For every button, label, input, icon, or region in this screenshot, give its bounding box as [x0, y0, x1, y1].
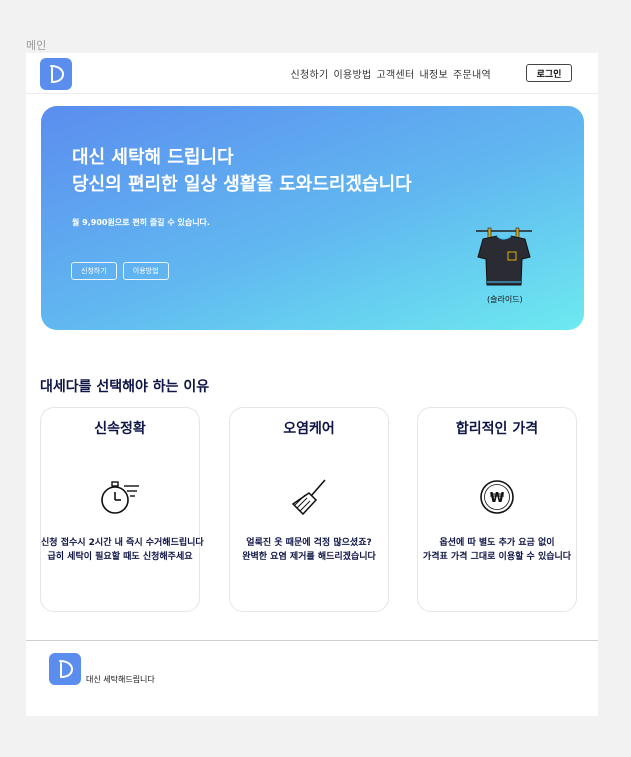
reason-card-desc: 얼룩진 옷 때문에 걱정 많으셨죠? 완벽한 요염 제거를 해드리겠습니다	[230, 536, 388, 564]
nav-apply[interactable]: 신청하기	[291, 66, 329, 81]
desc-line: 완벽한 요염 제거를 해드리겠습니다	[242, 552, 376, 562]
footer-logo[interactable]	[49, 653, 81, 685]
desc-line: 신청 접수시 2시간 내 즉시 수거해드립니다	[41, 538, 204, 548]
hero-title-line2: 당신의 편리한 일상 생활을 도와드리겠습니다	[72, 174, 412, 195]
nav-customer-center[interactable]: 고객센터	[377, 66, 415, 81]
nav-how-to-use[interactable]: 이용방법	[334, 66, 372, 81]
desc-line: 가격표 가격 그대로 이용할 수 있습니다	[422, 552, 572, 562]
main-page: 신청하기 이용방법 고객센터 내정보 주문내역 로그인 대신 세탁해 드립니다 …	[26, 53, 598, 716]
desc-line: 옵션에 따 별도 추가 요금 없이	[439, 538, 555, 548]
reason-card-desc: 옵션에 따 별도 추가 요금 없이 가격표 가격 그대로 이용할 수 있습니다	[418, 536, 576, 564]
slide-label: (슬라이드)	[487, 295, 523, 304]
header: 신청하기 이용방법 고객센터 내정보 주문내역 로그인	[26, 53, 598, 94]
reasons-title: 대세다를 선택해야 하는 이유	[40, 379, 210, 395]
frame-label: 메인	[26, 39, 47, 52]
svg-text:₩: ₩	[490, 491, 505, 506]
won-coin-icon: ₩	[480, 480, 514, 514]
hero-how-to-use-button[interactable]: 이용방법	[122, 262, 169, 280]
hero-apply-button[interactable]: 신청하기	[71, 262, 117, 280]
tshirt-on-line-icon	[476, 227, 532, 286]
reason-card-title: 오염케어	[283, 421, 335, 437]
reason-card-speed: 신속정확 신청 접수시 2시간 내 즉시 수거해드립니다 급히 세탁이 필요할 …	[40, 407, 204, 612]
logo-d-icon	[50, 65, 65, 84]
hero-subtitle: 월 9,900원으로 편히 즐길 수 있습니다.	[72, 218, 210, 227]
nav-order-history[interactable]: 주문내역	[453, 66, 491, 81]
logo[interactable]	[40, 58, 72, 90]
reason-card-stain-care: 오염케어 얼룩진 옷 때문에 걱정 많으셨죠? 완벽한 요염 제거를 해드리겠습…	[229, 407, 389, 612]
main-nav: 신청하기 이용방법 고객센터 내정보 주문내역	[291, 66, 492, 81]
reason-card-price: 합리적인 가격 ₩ 옵션에 따 별도 추가 요금 없이 가격표 가격 그대로 이…	[417, 407, 577, 612]
footer-text: 대신 세탁해드립니다	[86, 675, 155, 684]
reason-card-desc: 신청 접수시 2시간 내 즉시 수거해드립니다 급히 세탁이 필요할 때도 신청…	[41, 536, 204, 564]
desc-line: 급히 세탁이 필요할 때도 신청해주세요	[47, 552, 193, 562]
hero-title-line1: 대신 세탁해 드립니다	[72, 147, 234, 168]
broom-icon	[291, 479, 326, 516]
desc-line: 얼룩진 옷 때문에 걱정 많으셨죠?	[246, 538, 372, 548]
stopwatch-icon	[101, 481, 139, 514]
hero-banner: 대신 세탁해 드립니다 당신의 편리한 일상 생활을 도와드리겠습니다 월 9,…	[41, 106, 584, 330]
logo-d-icon	[59, 660, 74, 679]
reason-card-title: 신속정확	[94, 421, 146, 437]
reason-card-title: 합리적인 가격	[455, 421, 539, 437]
footer: 대신 세탁해드립니다	[26, 640, 598, 717]
login-button[interactable]: 로그인	[526, 64, 572, 82]
hero-buttons: 신청하기 이용방법	[71, 262, 169, 280]
hero-title: 대신 세탁해 드립니다 당신의 편리한 일상 생활을 도와드리겠습니다	[72, 144, 412, 198]
nav-my-info[interactable]: 내정보	[420, 66, 449, 81]
